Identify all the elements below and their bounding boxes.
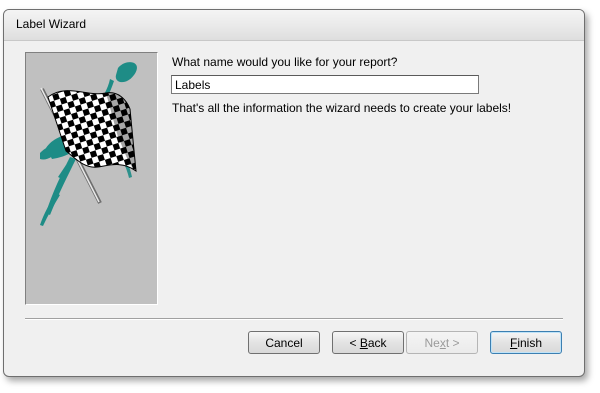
button-divider [25, 318, 563, 320]
next-button-rest: t > [445, 335, 460, 350]
back-button[interactable]: < Back [332, 331, 404, 354]
checkered-flag-icon [40, 62, 137, 226]
label-wizard-window: Label Wizard What name would you like fo… [3, 9, 585, 377]
finish-button[interactable]: Finish [490, 331, 562, 354]
title-bar[interactable]: Label Wizard [4, 10, 584, 41]
window-title: Label Wizard [16, 17, 87, 31]
back-button-accelerator: B [359, 335, 368, 350]
next-button-prefix: Ne [424, 335, 440, 350]
next-button: Ne x t > [406, 331, 478, 354]
back-button-prefix: < [349, 335, 360, 350]
cancel-button-label: Cancel [265, 335, 303, 350]
wizard-image-panel [25, 52, 158, 305]
finish-button-rest: inish [517, 335, 543, 350]
wizard-body: What name would you like for your report… [12, 41, 576, 368]
cancel-button[interactable]: Cancel [248, 331, 320, 354]
back-button-rest: ack [367, 335, 387, 350]
report-name-question: What name would you like for your report… [172, 55, 398, 69]
finish-button-accelerator: F [509, 335, 518, 350]
report-name-input[interactable] [171, 75, 479, 94]
wizard-info-text: That's all the information the wizard ne… [172, 101, 512, 115]
